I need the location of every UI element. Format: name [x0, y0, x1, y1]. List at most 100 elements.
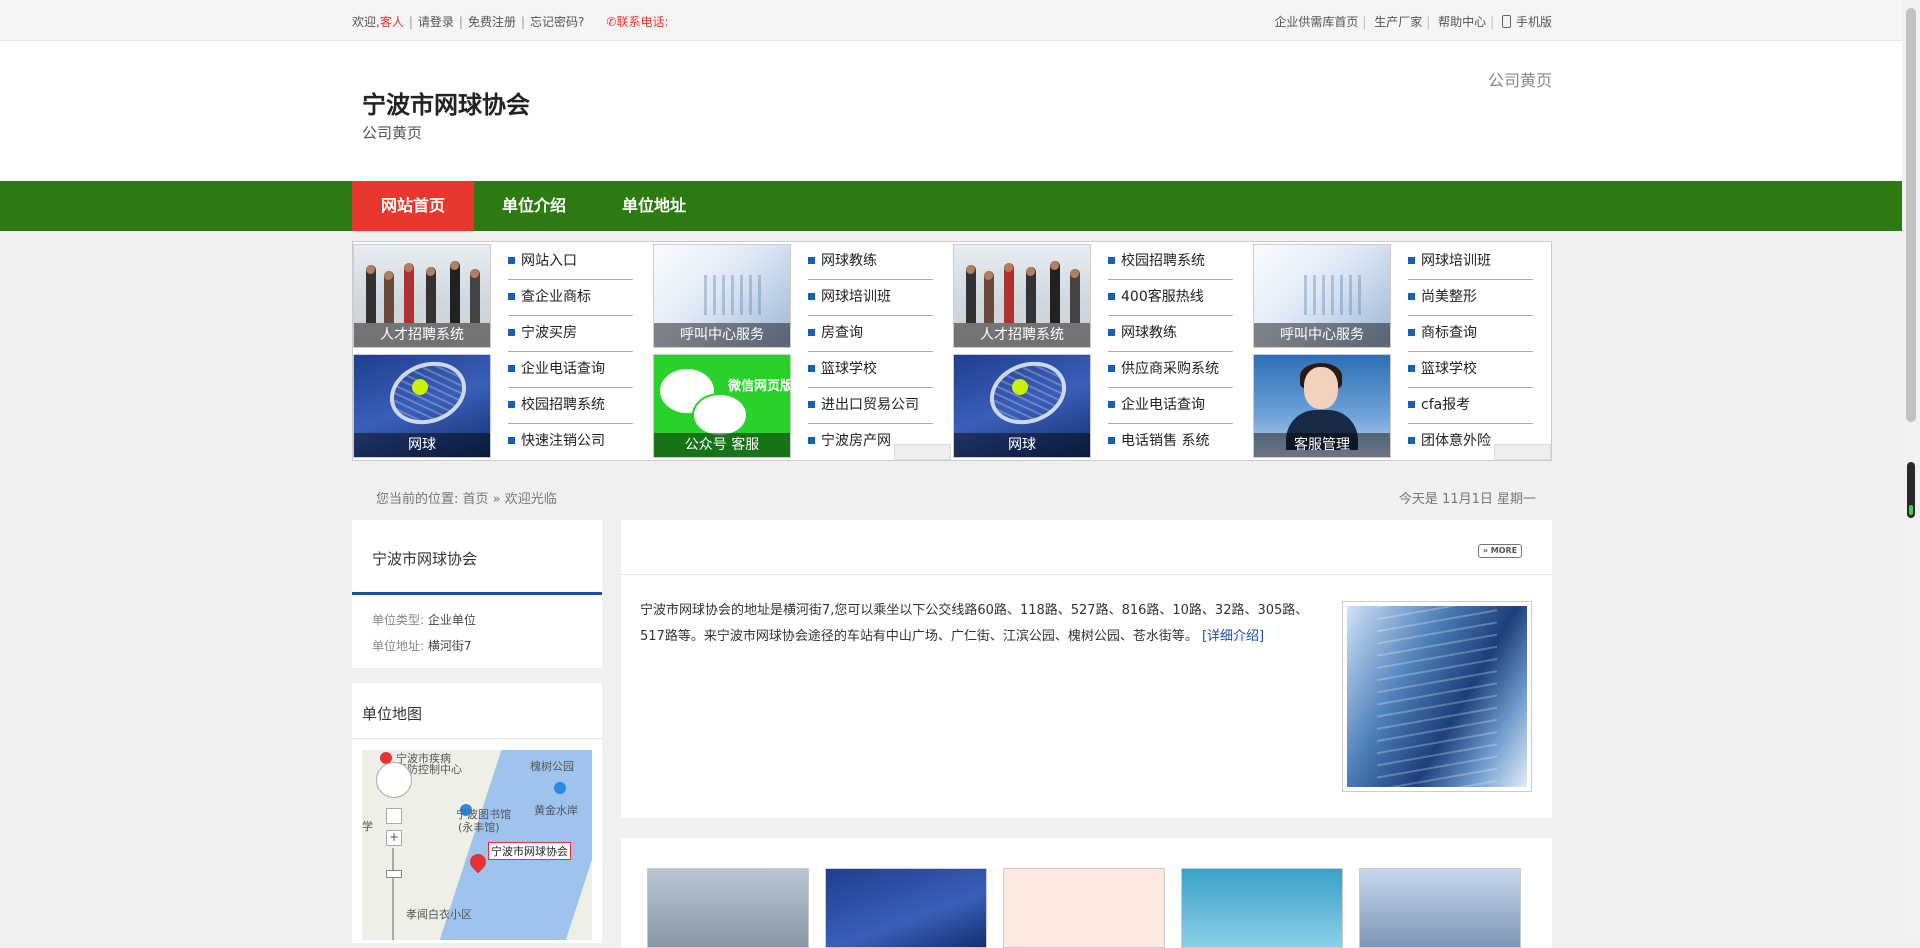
ad-link[interactable]: 供应商采购系统 — [1108, 352, 1233, 388]
nav-about[interactable]: 单位介绍 — [474, 181, 594, 231]
nav-address[interactable]: 单位地址 — [594, 181, 714, 231]
ad-image-customer-service[interactable]: 客服管理 — [1253, 354, 1391, 458]
tennis-ball-icon — [412, 379, 428, 395]
map-pan-control-icon[interactable] — [376, 762, 412, 798]
ad-block: 人才招聘系统 网球 网站入口 查企业商标 宁波买房 企业电话查询 校园招聘系统 … — [353, 242, 653, 462]
ad-link-list: 网站入口 查企业商标 宁波买房 企业电话查询 校园招聘系统 快速注销公司 — [508, 244, 633, 459]
breadcrumb-home[interactable]: 首页 — [463, 492, 489, 507]
square-bullet-icon — [508, 401, 515, 408]
square-bullet-icon — [1108, 329, 1115, 336]
ad-link[interactable]: 进出口贸易公司 — [808, 388, 933, 424]
square-bullet-icon — [1108, 401, 1115, 408]
gallery-thumb[interactable] — [825, 868, 987, 948]
square-bullet-icon — [1408, 257, 1415, 264]
ad-link[interactable]: 宁波买房 — [508, 316, 633, 352]
detail-link[interactable]: [详细介绍] — [1202, 629, 1264, 644]
supply-home-link[interactable]: 企业供需库首页 — [1274, 15, 1358, 29]
company-address: 单位地址: 横河街7 — [372, 639, 472, 653]
square-bullet-icon — [808, 293, 815, 300]
ad-link[interactable]: 校园招聘系统 — [1108, 244, 1233, 280]
racket-icon — [981, 355, 1075, 435]
company-info-card: 宁波市网球协会 单位类型: 企业单位 单位地址: 横河街7 — [352, 520, 602, 668]
gallery-thumb[interactable] — [647, 868, 809, 948]
map-locate-icon[interactable] — [386, 808, 402, 824]
floating-widget-icon[interactable] — [1907, 462, 1915, 518]
ad-link-list: 网球教练 网球培训班 房查询 篮球学校 进出口贸易公司 宁波房产网 — [808, 244, 933, 459]
ad-link[interactable]: 网球教练 — [808, 244, 933, 280]
map-marker-label: 宁波市网球协会 — [488, 842, 571, 860]
login-link[interactable]: 请登录 — [418, 15, 454, 29]
square-bullet-icon — [808, 329, 815, 336]
ad-image-caption: 公众号 客服 — [654, 433, 790, 457]
ad-link[interactable]: 网球培训班 — [808, 280, 933, 316]
ad-link[interactable]: 网球教练 — [1108, 316, 1233, 352]
company-photo[interactable] — [1342, 601, 1532, 792]
ad-link[interactable]: 网站入口 — [508, 244, 633, 280]
square-bullet-icon — [508, 365, 515, 372]
ad-image-tennis[interactable]: 网球 — [953, 354, 1091, 458]
ad-image-tennis[interactable]: 网球 — [353, 354, 491, 458]
ad-link[interactable]: 400客服热线 — [1108, 280, 1233, 316]
manufacturer-link[interactable]: 生产厂家 — [1374, 15, 1422, 29]
map-view[interactable]: 宁波市疾病 预防控制中心 槐树公园 黄金水岸 宁波图书馆 (永丰馆) 学 孝闻白… — [362, 750, 592, 940]
ad-link[interactable]: 篮球学校 — [808, 352, 933, 388]
ad-block: 呼叫中心服务 微信网页版 公众号 客服 网球教练 网球培训班 房查询 篮球学校 … — [653, 242, 953, 462]
forgot-password-link[interactable]: 忘记密码? — [530, 15, 584, 29]
company-name: 宁波市网球协会 — [372, 550, 478, 568]
photo-gallery — [621, 838, 1552, 948]
page-scrollbar[interactable] — [1902, 0, 1920, 937]
main-nav: 网站首页 单位介绍 单位地址 — [0, 181, 1902, 231]
map-poi-icon — [554, 782, 566, 794]
ad-image-recruitment[interactable]: 人才招聘系统 — [353, 244, 491, 348]
ad-link[interactable]: cfa报考 — [1408, 388, 1533, 424]
ad-image-caption: 人才招聘系统 — [954, 323, 1090, 347]
nav-home[interactable]: 网站首页 — [352, 181, 474, 231]
map-zoom-slider[interactable] — [392, 848, 394, 940]
racket-icon — [381, 355, 475, 435]
ad-link[interactable]: 查企业商标 — [508, 280, 633, 316]
ad-link[interactable]: 篮球学校 — [1408, 352, 1533, 388]
scrollbar-thumb[interactable] — [1906, 8, 1916, 422]
map-zoom-knob[interactable] — [386, 870, 402, 878]
ad-grid: 人才招聘系统 网球 网站入口 查企业商标 宁波买房 企业电话查询 校园招聘系统 … — [352, 241, 1552, 461]
guest-link[interactable]: 客人 — [380, 15, 404, 29]
intro-text: 宁波市网球协会的地址是横河街7,您可以乘坐以下公交线路60路、118路、527路… — [640, 603, 1309, 644]
square-bullet-icon — [808, 257, 815, 264]
ad-image-call-center[interactable]: 呼叫中心服务 — [653, 244, 791, 348]
gallery-thumb[interactable] — [1181, 868, 1343, 948]
ad-tag-icon[interactable] — [894, 444, 951, 460]
ad-link[interactable]: 商标查询 — [1408, 316, 1533, 352]
ad-link[interactable]: 校园招聘系统 — [508, 388, 633, 424]
ad-link[interactable]: 尚美整形 — [1408, 280, 1533, 316]
ad-tag-icon[interactable] — [1494, 444, 1551, 460]
square-bullet-icon — [808, 365, 815, 372]
map-zoom-in-icon[interactable]: + — [386, 830, 402, 846]
agent-face-icon — [1304, 367, 1338, 409]
site-title[interactable]: 宁波市网球协会 — [362, 85, 530, 120]
ad-link[interactable]: 企业电话查询 — [1108, 388, 1233, 424]
site-header: 宁波市网球协会 公司黄页 公司黄页 — [0, 41, 1902, 181]
wechat-overlay-text: 微信网页版 — [728, 379, 791, 394]
gallery-thumb[interactable] — [1003, 868, 1165, 948]
square-bullet-icon — [508, 329, 515, 336]
mobile-version-link[interactable]: 手机版 — [1501, 15, 1552, 29]
gallery-thumb[interactable] — [1359, 868, 1521, 948]
ad-link[interactable]: 房查询 — [808, 316, 933, 352]
ad-image-recruitment[interactable]: 人才招聘系统 — [953, 244, 1091, 348]
register-link[interactable]: 免费注册 — [468, 15, 516, 29]
square-bullet-icon — [1108, 437, 1115, 444]
ad-image-caption: 网球 — [954, 433, 1090, 457]
ad-image-wechat[interactable]: 微信网页版 公众号 客服 — [653, 354, 791, 458]
ad-link-list: 网球培训班 尚美整形 商标查询 篮球学校 cfa报考 团体意外险 — [1408, 244, 1533, 459]
ad-image-call-center[interactable]: 呼叫中心服务 — [1253, 244, 1391, 348]
ad-link[interactable]: 企业电话查询 — [508, 352, 633, 388]
ad-image-caption: 客服管理 — [1254, 433, 1390, 457]
more-button[interactable]: » MORE — [1478, 544, 1522, 558]
help-center-link[interactable]: 帮助中心 — [1438, 15, 1486, 29]
site-subtitle: 公司黄页 — [362, 124, 423, 142]
ad-link[interactable]: 网球培训班 — [1408, 244, 1533, 280]
header-right-text: 公司黄页 — [1487, 71, 1552, 90]
ad-link[interactable]: 快速注销公司 — [508, 424, 633, 459]
square-bullet-icon — [808, 437, 815, 444]
ad-link[interactable]: 电话销售 系统 — [1108, 424, 1233, 459]
